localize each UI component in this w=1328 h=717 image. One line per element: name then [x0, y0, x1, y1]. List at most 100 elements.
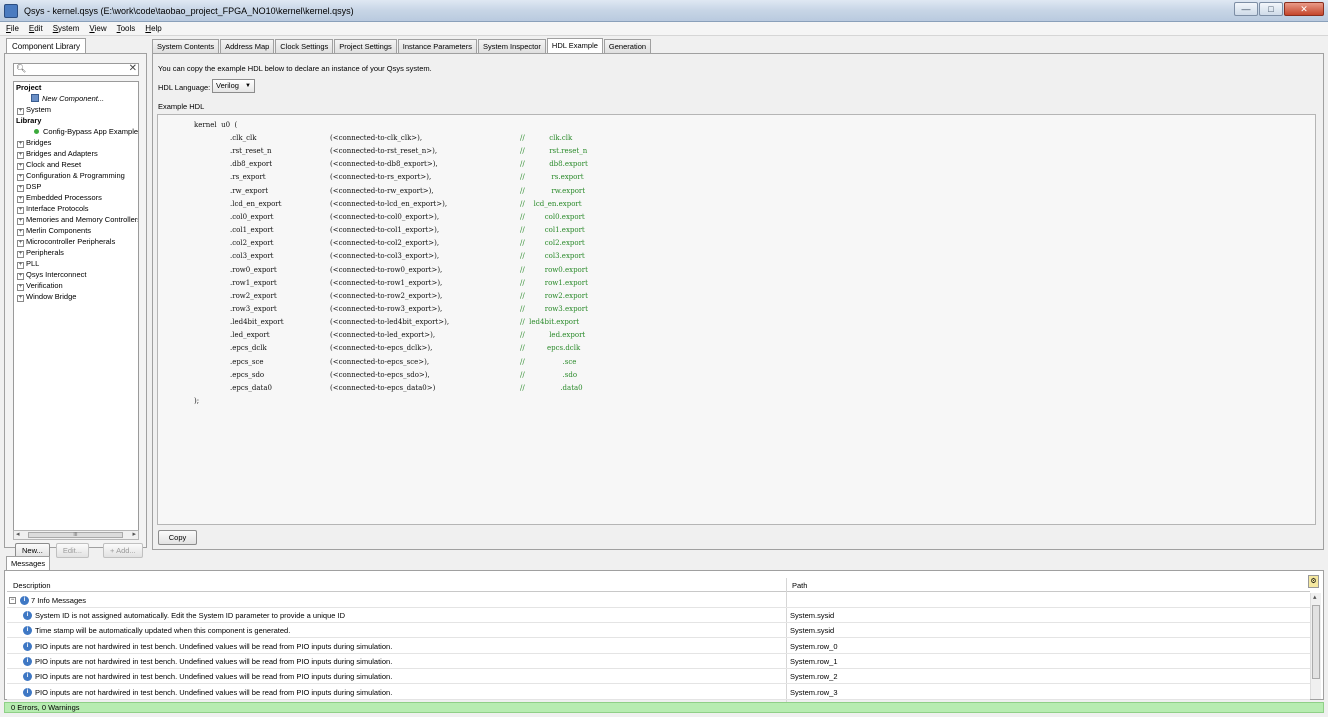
tab-address-map[interactable]: Address Map [220, 39, 275, 54]
column-path[interactable]: Path [792, 581, 807, 590]
tab-project-settings[interactable]: Project Settings [334, 39, 397, 54]
tree-item[interactable]: Config-Bypass App Example [14, 126, 138, 137]
tree-item[interactable]: + Merlin Components [14, 225, 138, 236]
expand-icon[interactable]: + [17, 141, 24, 148]
expand-icon[interactable]: + [17, 185, 24, 192]
library-search-input[interactable]: 🔍︎ ✕ [13, 63, 139, 76]
expand-icon[interactable]: + [17, 273, 24, 280]
scrollbar-thumb[interactable]: III [28, 532, 123, 538]
expand-icon[interactable]: + [17, 218, 24, 225]
tree-item[interactable]: + PLL [14, 258, 138, 269]
tree-item[interactable]: New Component... [14, 93, 138, 104]
hdl-port-connection: (<connected-to-epcs_data0>) [330, 383, 436, 392]
tree-item[interactable]: + System [14, 104, 138, 115]
tree-item[interactable]: + DSP [14, 181, 138, 192]
scrollbar-thumb[interactable] [1312, 605, 1320, 679]
tab-system-contents[interactable]: System Contents [152, 39, 220, 54]
tree-item[interactable]: + Interface Protocols [14, 203, 138, 214]
tab-messages[interactable]: Messages [6, 556, 51, 571]
tree-item[interactable]: + Peripherals [14, 247, 138, 258]
hdl-port-connection: (<connected-to-col0_export>), [330, 212, 440, 221]
scroll-up-icon[interactable]: ▴ [1313, 593, 1317, 601]
tree-item-label: Clock and Reset [26, 160, 82, 169]
hdl-code-area[interactable]: kernel u0 (.clk_clk (<connected-to-clk_cl… [157, 114, 1316, 525]
tree-item[interactable]: + Bridges and Adapters [14, 148, 138, 159]
message-path: System.row_0 [790, 641, 838, 651]
message-row[interactable]: i PIO inputs are not hardwired in test be… [7, 685, 1310, 700]
expand-icon[interactable]: + [17, 295, 24, 302]
messages-vertical-scrollbar[interactable]: ▴ [1310, 593, 1321, 699]
collapse-icon[interactable]: − [9, 597, 16, 604]
library-horizontal-scrollbar[interactable]: ◂ III ▸ [13, 530, 139, 540]
hdl-language-select[interactable]: Verilog ▼ [212, 79, 255, 93]
hdl-port-line: .db8_export (<connected-to-db8_export>), /… [230, 158, 930, 170]
message-row[interactable]: i PIO inputs are not hardwired in test be… [7, 639, 1310, 654]
expand-icon[interactable]: + [17, 284, 24, 291]
expand-icon[interactable]: + [17, 163, 24, 170]
hdl-intro-text: You can copy the example HDL below to de… [158, 64, 432, 73]
expand-icon[interactable]: + [17, 251, 24, 258]
expand-icon[interactable]: + [17, 262, 24, 269]
tree-item-label: Memories and Memory Controllers [26, 215, 139, 224]
hdl-port-name: .clk_clk [230, 134, 257, 142]
tab-generation[interactable]: Generation [603, 39, 652, 54]
hdl-port-connection: (<connected-to-led4bit_export>), [330, 318, 450, 327]
close-button[interactable]: ✕ [1284, 2, 1324, 16]
tree-item-label: Qsys Interconnect [26, 270, 87, 279]
tree-item[interactable]: + Memories and Memory Controllers [14, 214, 138, 225]
message-path: System.sysid [790, 626, 835, 636]
expand-icon[interactable]: + [17, 108, 24, 115]
copy-button[interactable]: Copy [158, 530, 197, 545]
tab-instance-parameters[interactable]: Instance Parameters [397, 39, 477, 54]
expand-icon[interactable]: + [17, 174, 24, 181]
menu-edit[interactable]: Edit [29, 24, 43, 33]
message-row[interactable]: i PIO inputs are not hardwired in test be… [7, 654, 1310, 669]
tab-clock-settings[interactable]: Clock Settings [275, 39, 334, 54]
tree-item[interactable]: + Qsys Interconnect [14, 269, 138, 280]
expand-icon[interactable]: + [17, 229, 24, 236]
expand-icon[interactable]: + [17, 152, 24, 159]
expand-icon[interactable]: + [17, 240, 24, 247]
tree-item[interactable]: + Clock and Reset [14, 159, 138, 170]
menu-bar: File Edit System View Tools Help [0, 22, 1328, 36]
info-icon: i [23, 611, 32, 620]
column-description[interactable]: Description [13, 581, 51, 590]
hdl-port-name: .col3_export [230, 252, 274, 261]
tab-component-library[interactable]: Component Library [6, 38, 87, 54]
tab-hdl-example[interactable]: HDL Example [546, 38, 603, 54]
hdl-port-comment: // rst.reset_n [520, 147, 588, 156]
message-row[interactable]: i System ID is not assigned automatically… [7, 608, 1310, 623]
message-row[interactable]: i PIO inputs are not hardwired in test be… [7, 669, 1310, 685]
scroll-right-icon[interactable]: ▸ [132, 530, 136, 538]
message-row[interactable]: i Time stamp will be automatically update… [7, 623, 1310, 639]
hdl-port-comment: // col0.export [520, 212, 585, 221]
hdl-port-name: .rs_export [230, 173, 266, 182]
tree-item: Library [14, 115, 138, 126]
expand-icon[interactable]: + [17, 207, 24, 214]
scroll-left-icon[interactable]: ◂ [16, 530, 20, 538]
tree-item[interactable]: + Verification [14, 280, 138, 291]
tree-item[interactable]: + Embedded Processors [14, 192, 138, 203]
message-description: PIO inputs are not hardwired in test ben… [35, 641, 393, 651]
menu-system[interactable]: System [53, 24, 80, 33]
menu-file[interactable]: File [6, 24, 19, 33]
tree-item[interactable]: + Configuration & Programming [14, 170, 138, 181]
filter-icon[interactable]: ⚙ [1308, 575, 1319, 588]
menu-view[interactable]: View [89, 24, 106, 33]
hdl-port-comment: // row2.export [520, 291, 588, 300]
menu-tools[interactable]: Tools [117, 24, 136, 33]
hdl-port-name: .row3_export [230, 304, 277, 313]
tree-item[interactable]: + Microcontroller Peripherals [14, 236, 138, 247]
tree-item[interactable]: + Window Bridge [14, 291, 138, 302]
tab-system-inspector[interactable]: System Inspector [477, 39, 546, 54]
maximize-button[interactable]: □ [1259, 2, 1283, 16]
clear-search-icon[interactable]: ✕ [129, 63, 137, 74]
expand-icon[interactable]: + [17, 196, 24, 203]
hdl-port-comment: // col1.export [520, 226, 585, 235]
minimize-button[interactable]: — [1234, 2, 1258, 16]
tree-item[interactable]: + Bridges [14, 137, 138, 148]
menu-help[interactable]: Help [145, 24, 161, 33]
component-library-body: 🔍︎ ✕ Project New Component... + System Libra… [4, 53, 147, 558]
message-group-row[interactable]: − i 7 Info Messages [7, 593, 1310, 608]
hdl-port-line: .row3_export (<connected-to-row3_export>)… [230, 303, 930, 315]
